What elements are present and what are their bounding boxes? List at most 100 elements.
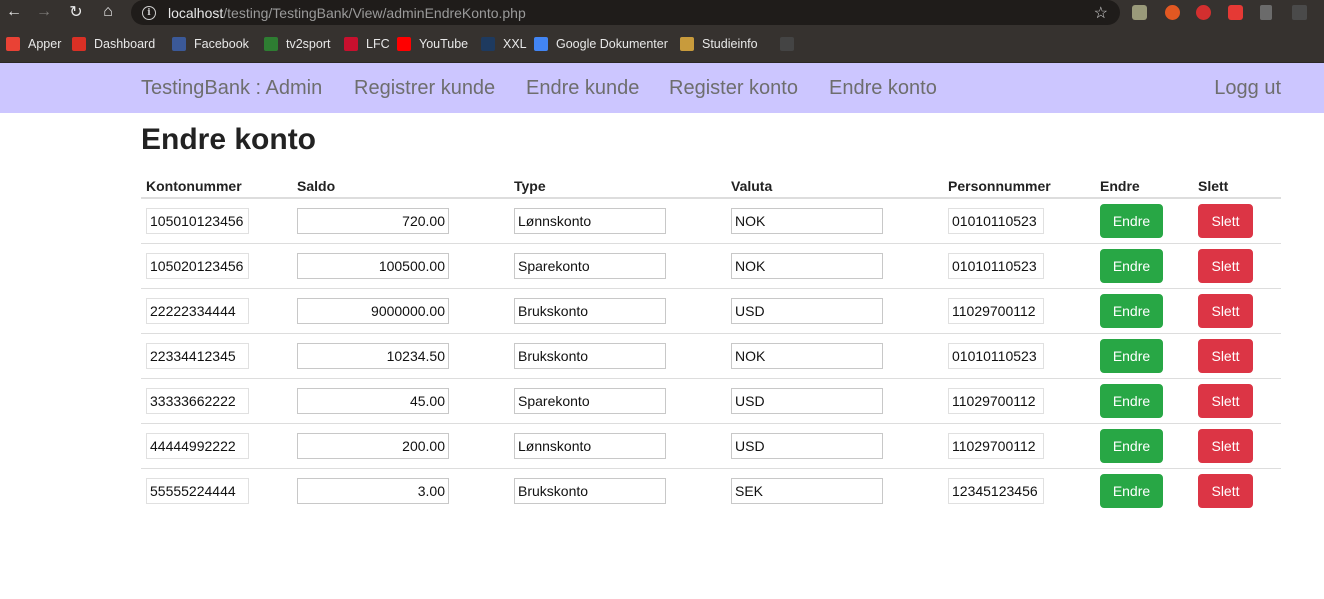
- browser-toolbar: ← → ↻ ⌂ i localhost/testing/TestingBank/…: [0, 0, 1324, 25]
- slett-button[interactable]: Slett: [1198, 383, 1253, 418]
- valuta-input[interactable]: [731, 252, 883, 279]
- extension-icon[interactable]: [1132, 5, 1147, 20]
- bookmark-favicon-icon: [344, 36, 358, 51]
- valuta-input[interactable]: [731, 432, 883, 459]
- extension-icon[interactable]: [1228, 5, 1243, 20]
- slett-button[interactable]: Slett: [1198, 338, 1253, 373]
- table-cell: [726, 242, 943, 288]
- bookmarks-bar: Apper Dashboard Facebook tv2sport LFC YouTube…: [0, 25, 1324, 63]
- bookmark-favicon-icon: [172, 36, 186, 51]
- bookmark-favicon-icon: [680, 36, 694, 51]
- nav-endre-konto[interactable]: Endre konto: [829, 63, 937, 113]
- nav-register-konto[interactable]: Register konto: [669, 63, 798, 113]
- site-info-icon[interactable]: i: [142, 5, 156, 20]
- table-row: Endre Slett: [141, 198, 1281, 243]
- table-cell: [141, 242, 292, 288]
- bookmark-favicon-icon: [397, 36, 411, 51]
- forward-icon[interactable]: →: [32, 0, 56, 24]
- valuta-input[interactable]: [731, 387, 883, 414]
- table-cell: Endre: [1095, 198, 1193, 243]
- bookmark-item[interactable]: Studieinfo: [680, 25, 780, 63]
- endre-button[interactable]: Endre: [1100, 428, 1163, 463]
- saldo-input[interactable]: [297, 432, 449, 459]
- address-bar[interactable]: i localhost/testing/TestingBank/View/adm…: [131, 0, 1120, 25]
- table-row: Endre Slett: [141, 332, 1281, 378]
- valuta-input[interactable]: [731, 297, 883, 324]
- bookmark-label: XXL: [503, 36, 527, 51]
- endre-button[interactable]: Endre: [1100, 248, 1163, 283]
- table-cell: [726, 332, 943, 378]
- bookmark-item[interactable]: Google Dokumenter: [534, 25, 680, 63]
- kontonummer-field: [146, 297, 249, 324]
- header-saldo: Saldo: [292, 163, 509, 199]
- valuta-input[interactable]: [731, 477, 883, 504]
- saldo-input[interactable]: [297, 387, 449, 414]
- saldo-input[interactable]: [297, 342, 449, 369]
- bookmark-item[interactable]: Facebook: [172, 25, 264, 63]
- nav-registrer-kunde[interactable]: Registrer kunde: [354, 63, 495, 113]
- endre-button[interactable]: Endre: [1100, 203, 1163, 238]
- bookmark-favicon-icon: [72, 36, 86, 51]
- bookmark-item[interactable]: tv2sport: [264, 25, 344, 63]
- slett-button[interactable]: Slett: [1198, 473, 1253, 508]
- endre-button[interactable]: Endre: [1100, 383, 1163, 418]
- bookmark-favicon-icon: [481, 36, 495, 51]
- saldo-input[interactable]: [297, 207, 449, 234]
- table-cell: [943, 198, 1095, 243]
- saldo-input[interactable]: [297, 252, 449, 279]
- type-input[interactable]: [514, 207, 666, 234]
- type-input[interactable]: [514, 342, 666, 369]
- kontonummer-field: [146, 342, 249, 369]
- bookmark-label: Facebook: [194, 36, 249, 51]
- nav-endre-kunde[interactable]: Endre kunde: [526, 63, 639, 113]
- back-icon[interactable]: ←: [2, 0, 26, 24]
- table-cell: Slett: [1193, 377, 1281, 423]
- table-cell: [943, 377, 1095, 423]
- type-input[interactable]: [514, 252, 666, 279]
- personnummer-field: [948, 342, 1044, 369]
- bookmark-item[interactable]: LFC: [344, 25, 397, 63]
- logout-link[interactable]: Logg ut: [1214, 63, 1281, 113]
- extension-icon[interactable]: [1260, 5, 1272, 20]
- slett-button[interactable]: Slett: [1198, 293, 1253, 328]
- header-type: Type: [509, 163, 726, 199]
- bookmark-item[interactable]: XXL: [481, 25, 534, 63]
- brand-link[interactable]: TestingBank : Admin: [141, 63, 322, 113]
- extension-icon[interactable]: [1165, 5, 1180, 20]
- type-input[interactable]: [514, 297, 666, 324]
- endre-button[interactable]: Endre: [1100, 338, 1163, 373]
- table-cell: [943, 422, 1095, 468]
- table-cell: Endre: [1095, 422, 1193, 468]
- table-cell: [726, 467, 943, 513]
- slett-button[interactable]: Slett: [1198, 203, 1253, 238]
- bookmark-item[interactable]: Dashboard: [72, 25, 172, 63]
- table-cell: [141, 422, 292, 468]
- table-cell: [943, 287, 1095, 333]
- table-cell: Slett: [1193, 422, 1281, 468]
- bookmark-item[interactable]: Apper: [6, 25, 72, 63]
- type-input[interactable]: [514, 477, 666, 504]
- kontonummer-field: [146, 432, 249, 459]
- endre-button[interactable]: Endre: [1100, 473, 1163, 508]
- personnummer-field: [948, 387, 1044, 414]
- type-input[interactable]: [514, 432, 666, 459]
- endre-button[interactable]: Endre: [1100, 293, 1163, 328]
- extension-icon[interactable]: [1292, 5, 1307, 20]
- valuta-input[interactable]: [731, 207, 883, 234]
- reload-icon[interactable]: ↻: [64, 0, 88, 24]
- bookmark-star-icon[interactable]: ☆: [1094, 3, 1108, 23]
- slett-button[interactable]: Slett: [1198, 428, 1253, 463]
- type-input[interactable]: [514, 387, 666, 414]
- bookmark-label: LFC: [366, 36, 390, 51]
- bookmark-item[interactable]: [780, 25, 810, 63]
- personnummer-field: [948, 297, 1044, 324]
- extension-icon[interactable]: [1196, 5, 1211, 20]
- table-cell: Endre: [1095, 467, 1193, 513]
- saldo-input[interactable]: [297, 297, 449, 324]
- bookmark-label: Apper: [28, 36, 62, 51]
- slett-button[interactable]: Slett: [1198, 248, 1253, 283]
- bookmark-item[interactable]: YouTube: [397, 25, 481, 63]
- saldo-input[interactable]: [297, 477, 449, 504]
- home-icon[interactable]: ⌂: [96, 0, 120, 24]
- valuta-input[interactable]: [731, 342, 883, 369]
